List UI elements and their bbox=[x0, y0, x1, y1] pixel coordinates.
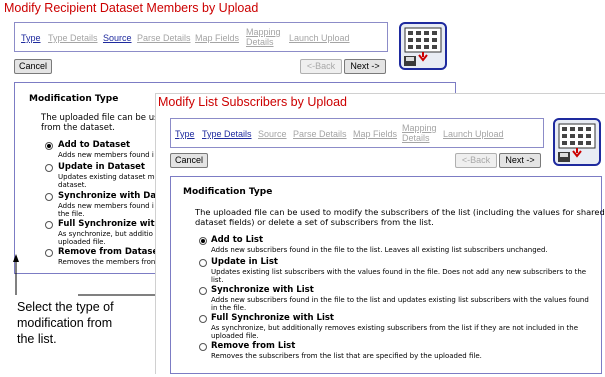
front-option-label: Full Synchronize with List bbox=[211, 313, 334, 323]
front-option-desc: As synchronize, but additionally removes… bbox=[211, 324, 579, 332]
back-option-desc: the file. bbox=[58, 210, 85, 218]
back-tab-mapping-details-line2[interactable]: Details bbox=[246, 37, 274, 47]
back-option-desc: uploaded file. bbox=[58, 238, 106, 246]
back-option-label: Remove from Dataset bbox=[58, 247, 163, 257]
front-option-desc: Updates existing list subscribers with t… bbox=[211, 268, 587, 276]
back-tab-type-details[interactable]: Type Details bbox=[48, 33, 98, 43]
back-option-desc: Removes the members fron bbox=[58, 258, 156, 266]
front-modification-panel: Modification Type The uploaded file can … bbox=[170, 176, 605, 374]
front-window-title: Modify List Subscribers by Upload bbox=[158, 95, 347, 109]
back-intro-line2: from the dataset. bbox=[41, 123, 115, 133]
front-tab-source[interactable]: Source bbox=[258, 129, 287, 139]
front-radio-synchronize[interactable] bbox=[199, 287, 207, 295]
back-option-label: Update in Dataset bbox=[58, 162, 145, 172]
front-tab-launch-upload[interactable]: Launch Upload bbox=[443, 129, 504, 139]
front-tab-mapping-details-line1[interactable]: Mapping bbox=[402, 123, 437, 133]
back-option-desc: Adds new members found i bbox=[58, 151, 154, 159]
back-tab-launch-upload[interactable]: Launch Upload bbox=[289, 33, 350, 43]
back-next-button[interactable]: Next -> bbox=[344, 59, 386, 74]
back-tab-source[interactable]: Source bbox=[103, 33, 132, 43]
front-tab-type-details[interactable]: Type Details bbox=[202, 129, 252, 139]
front-window: Modify List Subscribers by Upload Type T… bbox=[155, 93, 605, 374]
wizard-icon bbox=[553, 118, 601, 166]
front-tab-bar: Type Type Details Source Parse Details M… bbox=[170, 118, 544, 148]
front-option-label: Update in List bbox=[211, 257, 278, 267]
front-radio-remove-from-list[interactable] bbox=[199, 343, 207, 351]
front-option-label: Synchronize with List bbox=[211, 285, 314, 295]
back-back-button[interactable]: <-Back bbox=[300, 59, 342, 74]
back-tab-map-fields[interactable]: Map Fields bbox=[195, 33, 239, 43]
back-option-label: Add to Dataset bbox=[58, 140, 131, 150]
back-tab-mapping-details-line1[interactable]: Mapping bbox=[246, 27, 281, 37]
front-tab-type[interactable]: Type bbox=[175, 129, 195, 139]
front-back-button[interactable]: <-Back bbox=[455, 153, 497, 168]
front-tab-parse-details[interactable]: Parse Details bbox=[293, 129, 347, 139]
back-radio-update[interactable] bbox=[45, 164, 53, 172]
back-radio-add[interactable] bbox=[45, 142, 53, 150]
front-radio-update-in-list[interactable] bbox=[199, 259, 207, 267]
back-cancel-button[interactable]: Cancel bbox=[14, 59, 52, 74]
back-option-desc: dataset. bbox=[58, 181, 87, 189]
callout-line: Select the type of bbox=[17, 300, 114, 314]
back-tab-type[interactable]: Type bbox=[21, 33, 41, 43]
front-tab-map-fields[interactable]: Map Fields bbox=[353, 129, 397, 139]
front-option-desc: list. bbox=[211, 276, 224, 284]
callout-line: the list. bbox=[17, 332, 57, 346]
front-tab-mapping-details-line2[interactable]: Details bbox=[402, 133, 430, 143]
front-option-desc: Removes the subscribers from the list th… bbox=[211, 352, 482, 360]
back-radio-remove[interactable] bbox=[45, 249, 53, 257]
callout-line: modification from bbox=[17, 316, 113, 330]
front-option-desc: in the file. bbox=[211, 304, 247, 312]
front-cancel-button[interactable]: Cancel bbox=[170, 153, 208, 168]
front-option-label: Remove from List bbox=[211, 341, 296, 351]
front-section-title: Modification Type bbox=[183, 187, 273, 197]
back-tab-parse-details[interactable]: Parse Details bbox=[137, 33, 191, 43]
back-intro-line1: The uploaded file can be used bbox=[41, 113, 170, 123]
back-tab-bar: Type Type Details Source Parse Details M… bbox=[14, 22, 388, 52]
front-option-desc: Adds new subscribers found in the file t… bbox=[211, 246, 548, 254]
wizard-icon bbox=[399, 22, 447, 70]
front-radio-add-to-list[interactable] bbox=[199, 237, 207, 245]
front-option-desc: Adds new subscribers found in the file t… bbox=[211, 296, 589, 304]
back-radio-sync[interactable] bbox=[45, 193, 53, 201]
back-radio-full-sync[interactable] bbox=[45, 221, 53, 229]
front-next-button[interactable]: Next -> bbox=[499, 153, 541, 168]
front-intro-line2: dataset fields) or delete a set of subsc… bbox=[195, 217, 434, 227]
front-option-desc: uploaded file. bbox=[211, 332, 259, 340]
front-radio-full-synchronize[interactable] bbox=[199, 315, 207, 323]
front-option-label: Add to List bbox=[211, 235, 264, 245]
front-intro-line1: The uploaded file can be used to modify … bbox=[195, 207, 605, 217]
back-section-title: Modification Type bbox=[29, 94, 119, 104]
back-window-title: Modify Recipient Dataset Members by Uplo… bbox=[4, 1, 259, 15]
